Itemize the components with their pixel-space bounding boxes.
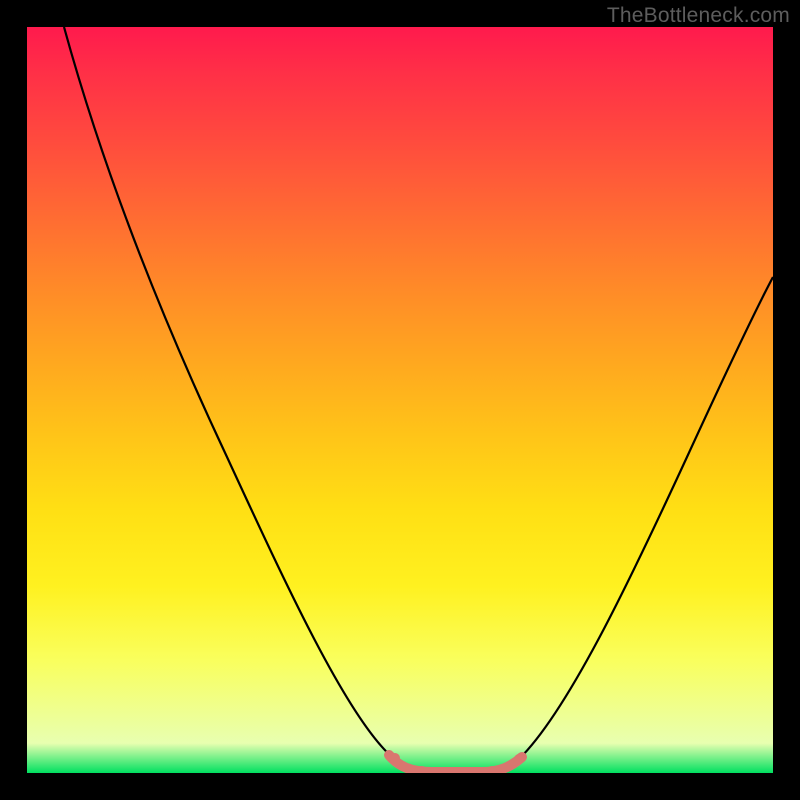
bottleneck-curve-svg: [27, 27, 773, 773]
plot-area: [27, 27, 773, 773]
bottleneck-curve: [64, 27, 773, 773]
watermark-text: TheBottleneck.com: [607, 4, 790, 28]
highlight-dot: [390, 753, 400, 763]
highlight-dot: [514, 754, 524, 764]
chart-frame: TheBottleneck.com: [0, 0, 800, 800]
